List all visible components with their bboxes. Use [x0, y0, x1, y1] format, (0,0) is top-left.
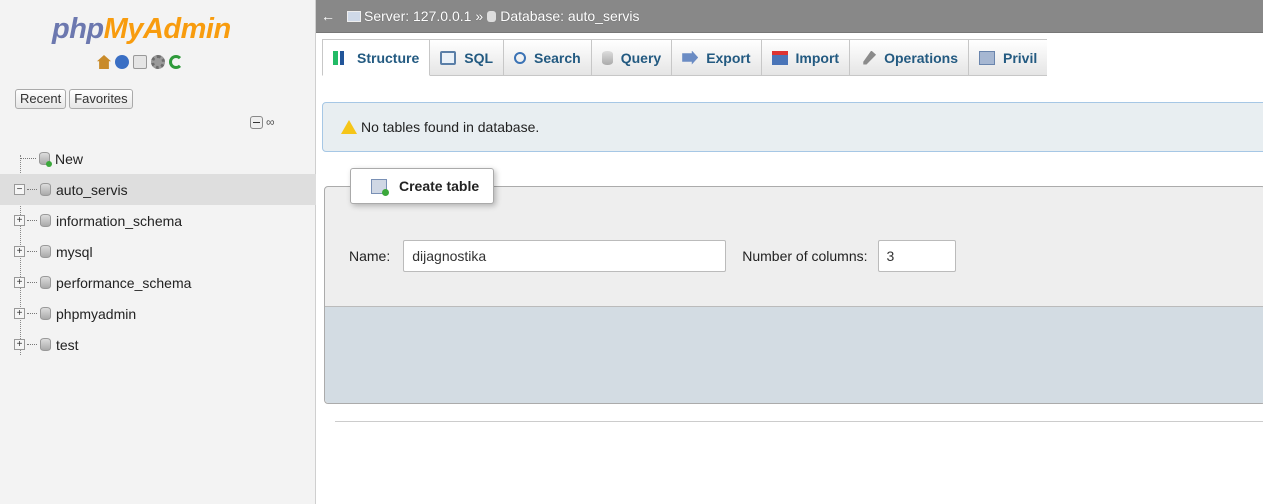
tab-operations[interactable]: Operations: [850, 39, 969, 76]
tree-item-label: test: [56, 336, 79, 353]
settings-icon[interactable]: [151, 55, 165, 69]
export-icon: [682, 50, 699, 65]
breadcrumb-database[interactable]: Database: auto_servis: [500, 8, 639, 24]
tree-item-test[interactable]: + test: [0, 329, 316, 360]
collapse-icon[interactable]: −: [14, 184, 25, 195]
exit-icon[interactable]: [115, 55, 129, 69]
table-add-icon: [371, 178, 389, 196]
tab-export[interactable]: Export: [672, 39, 762, 76]
notice-text: No tables found in database.: [361, 119, 540, 135]
tab-search[interactable]: Search: [504, 39, 592, 76]
tab-label: Operations: [884, 49, 958, 66]
tree-connector: [27, 220, 37, 221]
create-table-form-row: Name: Number of columns:: [349, 240, 956, 272]
tree-connector: [20, 158, 36, 159]
collapse-all-icon[interactable]: [250, 116, 263, 129]
favorites-tab[interactable]: Favorites: [69, 89, 133, 109]
tab-structure[interactable]: Structure: [322, 39, 431, 76]
tree-item-label: auto_servis: [56, 181, 128, 198]
tree-connector: [27, 344, 37, 345]
expand-icon[interactable]: +: [14, 277, 25, 288]
expand-icon[interactable]: +: [14, 308, 25, 319]
notice-message: No tables found in database.: [322, 102, 1263, 152]
database-icon: [40, 183, 51, 196]
phpmyadmin-logo[interactable]: phpMyAdmin: [52, 12, 231, 46]
tab-label: Export: [706, 49, 751, 66]
new-database-icon: [39, 152, 52, 167]
tree-item-label: performance_schema: [56, 274, 192, 291]
divider: [335, 421, 1263, 422]
recent-tab[interactable]: Recent: [15, 89, 67, 109]
query-icon: [601, 50, 613, 65]
docs-icon[interactable]: [133, 55, 147, 69]
expand-icon[interactable]: +: [14, 246, 25, 257]
warning-icon: [341, 120, 357, 134]
create-table-legend[interactable]: Create table: [350, 168, 495, 204]
database-icon: [487, 10, 497, 22]
home-icon[interactable]: [97, 55, 111, 69]
link-icon[interactable]: ∞: [266, 116, 275, 129]
reload-icon[interactable]: [169, 55, 183, 69]
tab-privileges[interactable]: Privil: [969, 39, 1048, 76]
expand-icon[interactable]: +: [14, 215, 25, 226]
logo-part-myadmin: MyAdmin: [103, 13, 232, 45]
database-icon: [40, 307, 51, 320]
create-table-footer: [325, 306, 1263, 403]
tab-label: Query: [620, 49, 662, 66]
tree-item-label: New: [55, 150, 84, 167]
quick-icons: [97, 55, 183, 69]
tab-label: Structure: [357, 49, 420, 66]
expand-icon[interactable]: +: [14, 339, 25, 350]
name-label: Name:: [349, 248, 391, 264]
database-icon: [40, 245, 51, 258]
recent-favorites-tabs: Recent Favorites: [15, 89, 133, 109]
search-icon: [514, 51, 527, 64]
tree-item-phpmyadmin[interactable]: + phpmyadmin: [0, 298, 316, 329]
tree-item-label: mysql: [56, 243, 93, 260]
logo-part-php: php: [52, 13, 104, 45]
tab-query[interactable]: Query: [591, 39, 673, 76]
table-name-input[interactable]: [403, 240, 727, 272]
tree-controls: ∞: [250, 116, 275, 129]
tab-import[interactable]: Import: [761, 39, 851, 76]
tree-connector: [27, 313, 37, 314]
breadcrumb: ← Server: 127.0.0.1 » Database: auto_ser…: [316, 0, 1263, 33]
main-tabs: Structure SQL Search Query Export Import…: [316, 33, 1263, 88]
server-icon: [347, 10, 361, 22]
tree-item-new[interactable]: New: [0, 143, 316, 174]
tree-item-label: phpmyadmin: [56, 305, 137, 322]
columns-label: Number of columns:: [742, 248, 868, 264]
tab-label: Import: [795, 49, 840, 66]
privileges-icon: [979, 50, 995, 65]
tree-item-auto-servis[interactable]: − auto_servis: [0, 174, 316, 205]
tree-item-performance-schema[interactable]: + performance_schema: [0, 267, 316, 298]
tree-connector: [27, 189, 37, 190]
navigation-panel: phpMyAdmin Recent Favorites ∞ New − auto…: [0, 0, 316, 504]
tab-label: Privil: [1003, 49, 1038, 66]
tree-item-mysql[interactable]: + mysql: [0, 236, 316, 267]
tree-item-information-schema[interactable]: + information_schema: [0, 205, 316, 236]
tab-sql[interactable]: SQL: [430, 39, 505, 76]
tab-label: Search: [534, 49, 581, 66]
breadcrumb-server[interactable]: Server: 127.0.0.1: [364, 8, 471, 24]
tree-connector: [27, 251, 37, 252]
breadcrumb-separator: »: [475, 8, 484, 24]
number-of-columns-input[interactable]: [877, 240, 956, 272]
wrench-icon: [863, 50, 877, 65]
tab-label: SQL: [464, 49, 494, 66]
import-icon: [771, 50, 788, 65]
database-icon: [40, 276, 51, 289]
database-tree: New − auto_servis + information_schema +…: [0, 143, 316, 360]
create-table-label: Create table: [399, 178, 480, 194]
database-icon: [40, 214, 51, 227]
tree-connector: [27, 282, 37, 283]
tree-item-label: information_schema: [56, 212, 183, 229]
structure-icon: [333, 50, 349, 65]
database-icon: [40, 338, 51, 351]
back-arrow-icon[interactable]: ←: [321, 8, 335, 24]
sql-icon: [440, 50, 457, 65]
